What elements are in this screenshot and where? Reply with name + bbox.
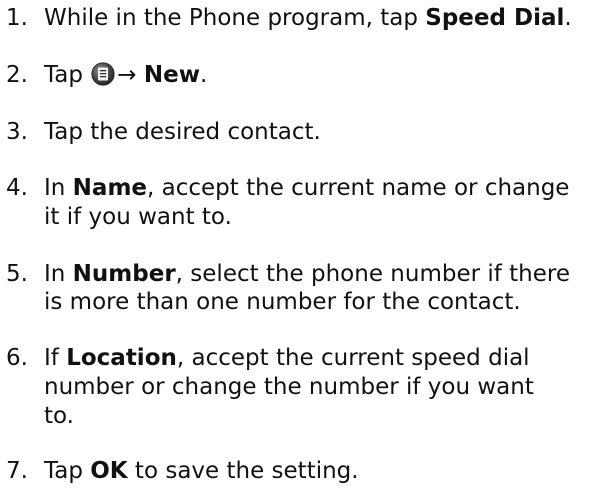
ui-term-new: New (143, 61, 200, 88)
step-number: 3. (6, 118, 28, 145)
arrow: → (117, 61, 137, 88)
step-number: 6. (6, 345, 28, 372)
step-text: If Location, accept the current speed di… (44, 345, 534, 429)
step-text: Tap → New. (44, 61, 208, 88)
ui-term-ok: OK (90, 458, 128, 485)
ui-term-location: Location (66, 345, 177, 372)
step-number: 2. (6, 61, 28, 88)
step-text: Tap OK to save the setting. (44, 458, 359, 485)
step-text: While in the Phone program, tap Speed Di… (44, 5, 572, 32)
ui-term-speed-dial: Speed Dial (425, 5, 565, 32)
step-text: In Number, select the phone number if th… (44, 260, 571, 316)
step-text: Tap the desired contact. (44, 118, 321, 145)
step-number: 5. (6, 260, 28, 287)
step-text: In Name, accept the current name or chan… (44, 175, 570, 230)
step-number: 1. (6, 5, 28, 32)
step-number: 7. (6, 458, 28, 485)
ui-term-name: Name (72, 175, 148, 202)
step-number: 4. (6, 175, 28, 202)
menu-icon (91, 62, 115, 86)
ui-term-number: Number (72, 260, 176, 287)
